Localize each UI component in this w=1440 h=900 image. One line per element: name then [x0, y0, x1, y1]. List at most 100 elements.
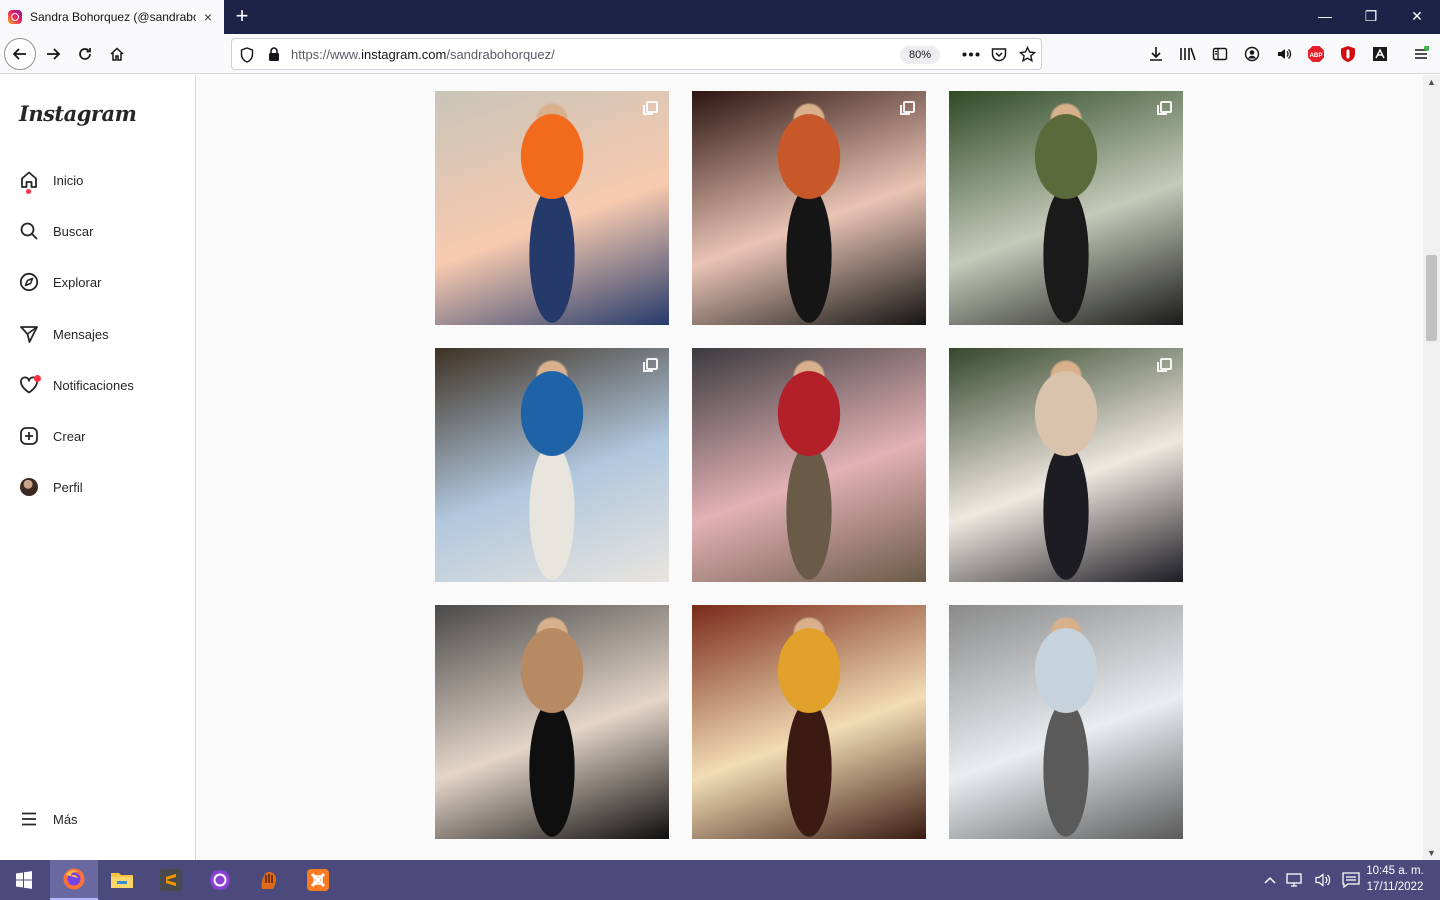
bookmark-star-icon[interactable]	[1019, 46, 1036, 63]
lock-icon[interactable]	[268, 47, 280, 62]
post-thumbnail[interactable]	[692, 91, 926, 325]
url-prefix: https://www.	[291, 47, 362, 62]
sublime-text-icon[interactable]	[147, 860, 195, 900]
home-icon	[110, 47, 124, 61]
sidebar-item-perfil[interactable]: Perfil	[12, 465, 184, 509]
post-thumbnail[interactable]	[692, 605, 926, 839]
file-explorer-icon[interactable]	[98, 860, 146, 900]
sidebar-item-label: Explorar	[53, 274, 102, 290]
sidebar-item-inicio[interactable]: Inicio	[12, 158, 184, 202]
sidebar-item-buscar[interactable]: Buscar	[12, 209, 184, 253]
tracking-shield-icon[interactable]	[240, 47, 254, 63]
sidebar-item-label: Mensajes	[53, 326, 109, 342]
url-text[interactable]: https://www.instagram.com/sandrabohorque…	[291, 47, 555, 62]
scroll-thumb[interactable]	[1426, 255, 1437, 341]
clock-time: 10:45 a. m.	[1366, 865, 1424, 877]
action-center-icon[interactable]	[1342, 872, 1360, 888]
new-tab-button[interactable]: +	[230, 4, 254, 28]
plus-square-icon	[18, 425, 40, 447]
system-tray	[1264, 860, 1360, 900]
menu-icon	[18, 808, 40, 830]
compass-icon	[18, 271, 40, 293]
tab-title: Sandra Bohorquez (@sandrabohorquez)	[30, 10, 196, 24]
post-thumbnail[interactable]	[435, 605, 669, 839]
sidebar-item-mensajes[interactable]: Mensajes	[12, 312, 184, 356]
sidebar-item-label: Buscar	[53, 223, 94, 239]
carousel-indicator-icon	[643, 358, 658, 372]
sidebar-item-label: Crear	[53, 428, 86, 444]
windows-start-icon[interactable]	[0, 860, 48, 900]
sidebar-item-label: Inicio	[53, 172, 84, 188]
mitten-app-icon[interactable]	[245, 860, 293, 900]
tab-close-icon[interactable]: ×	[200, 9, 216, 25]
firefox-icon[interactable]	[50, 860, 98, 900]
sidebar-item-crear[interactable]: Crear	[12, 414, 184, 458]
sidebar-item-label: Más	[53, 811, 78, 827]
notification-badge	[34, 375, 41, 382]
page-actions-icon[interactable]	[962, 52, 980, 57]
post-thumbnail[interactable]	[692, 348, 926, 582]
account-icon[interactable]	[1240, 42, 1264, 66]
forward-arrow-icon	[47, 48, 61, 60]
sidebar-item-label: Notificaciones	[53, 377, 134, 393]
instagram-favicon-icon	[8, 10, 22, 24]
post-thumbnail[interactable]	[949, 348, 1183, 582]
ublock-icon[interactable]	[1336, 42, 1360, 66]
network-icon[interactable]	[1286, 872, 1304, 888]
url-bar[interactable]: https://www.instagram.com/sandrabohorque…	[231, 38, 1042, 70]
clock-date: 17/11/2022	[1366, 881, 1424, 893]
restore-button[interactable]: ❐	[1348, 0, 1394, 34]
page-scrollbar[interactable]: ▲ ▼	[1423, 75, 1440, 860]
sidebar-item-notificaciones[interactable]: Notificaciones	[12, 363, 184, 407]
browser-tab-strip: Sandra Bohorquez (@sandrabohorquez) × + …	[0, 0, 1440, 34]
back-button[interactable]	[4, 38, 36, 70]
carousel-indicator-icon	[1157, 358, 1172, 372]
home-icon	[18, 169, 40, 194]
carousel-indicator-icon	[900, 101, 915, 115]
instagram-logo[interactable]: Instagram	[19, 101, 137, 126]
reload-button[interactable]	[69, 38, 101, 70]
messenger-icon	[18, 323, 40, 345]
zoom-level-badge[interactable]: 80%	[900, 46, 940, 64]
adblock-plus-icon[interactable]: ABP	[1304, 42, 1328, 66]
back-arrow-icon	[12, 48, 26, 60]
page-content: Instagram Inicio Buscar Explorar Mensaje…	[0, 75, 1440, 860]
forward-button[interactable]	[37, 38, 69, 70]
post-thumbnail[interactable]	[949, 605, 1183, 839]
xampp-icon[interactable]	[294, 860, 342, 900]
post-thumbnail[interactable]	[435, 348, 669, 582]
instagram-sidebar: Instagram Inicio Buscar Explorar Mensaje…	[0, 75, 196, 860]
browser-tab-active[interactable]: Sandra Bohorquez (@sandrabohorquez) ×	[0, 0, 224, 34]
avatar	[18, 476, 40, 498]
library-icon[interactable]	[1176, 42, 1200, 66]
svg-text:ABP: ABP	[1309, 52, 1322, 59]
post-thumbnail[interactable]	[949, 91, 1183, 325]
url-path: /sandrabohorquez/	[446, 47, 555, 62]
github-desktop-icon[interactable]	[196, 860, 244, 900]
sidebar-toggle-icon[interactable]	[1208, 42, 1232, 66]
carousel-indicator-icon	[1157, 101, 1172, 115]
windows-taskbar: 10:45 a. m. 17/11/2022	[0, 860, 1440, 900]
carousel-indicator-icon	[643, 101, 658, 115]
scroll-down-arrow-icon[interactable]: ▼	[1423, 846, 1440, 860]
notification-dot	[26, 189, 31, 194]
browser-toolbar: https://www.instagram.com/sandrabohorque…	[0, 34, 1440, 74]
sidebar-item-explorar[interactable]: Explorar	[12, 260, 184, 304]
speaker-icon[interactable]	[1272, 42, 1296, 66]
close-window-button[interactable]: ✕	[1394, 0, 1440, 34]
pocket-icon[interactable]	[991, 47, 1007, 62]
downloads-icon[interactable]	[1144, 42, 1168, 66]
home-button[interactable]	[101, 38, 133, 70]
post-thumbnail[interactable]	[435, 91, 669, 325]
volume-icon[interactable]	[1314, 872, 1332, 888]
scroll-up-arrow-icon[interactable]: ▲	[1423, 75, 1440, 89]
url-domain: instagram.com	[361, 47, 447, 62]
sidebar-item-mas[interactable]: Más	[12, 797, 184, 841]
extension-icon[interactable]	[1368, 42, 1392, 66]
chevron-up-icon[interactable]	[1264, 876, 1276, 884]
clock[interactable]: 10:45 a. m. 17/11/2022	[1364, 863, 1426, 895]
minimize-button[interactable]: —	[1302, 0, 1348, 34]
reload-icon	[79, 48, 91, 60]
app-menu-icon[interactable]	[1409, 42, 1433, 66]
sidebar-item-label: Perfil	[53, 479, 83, 495]
